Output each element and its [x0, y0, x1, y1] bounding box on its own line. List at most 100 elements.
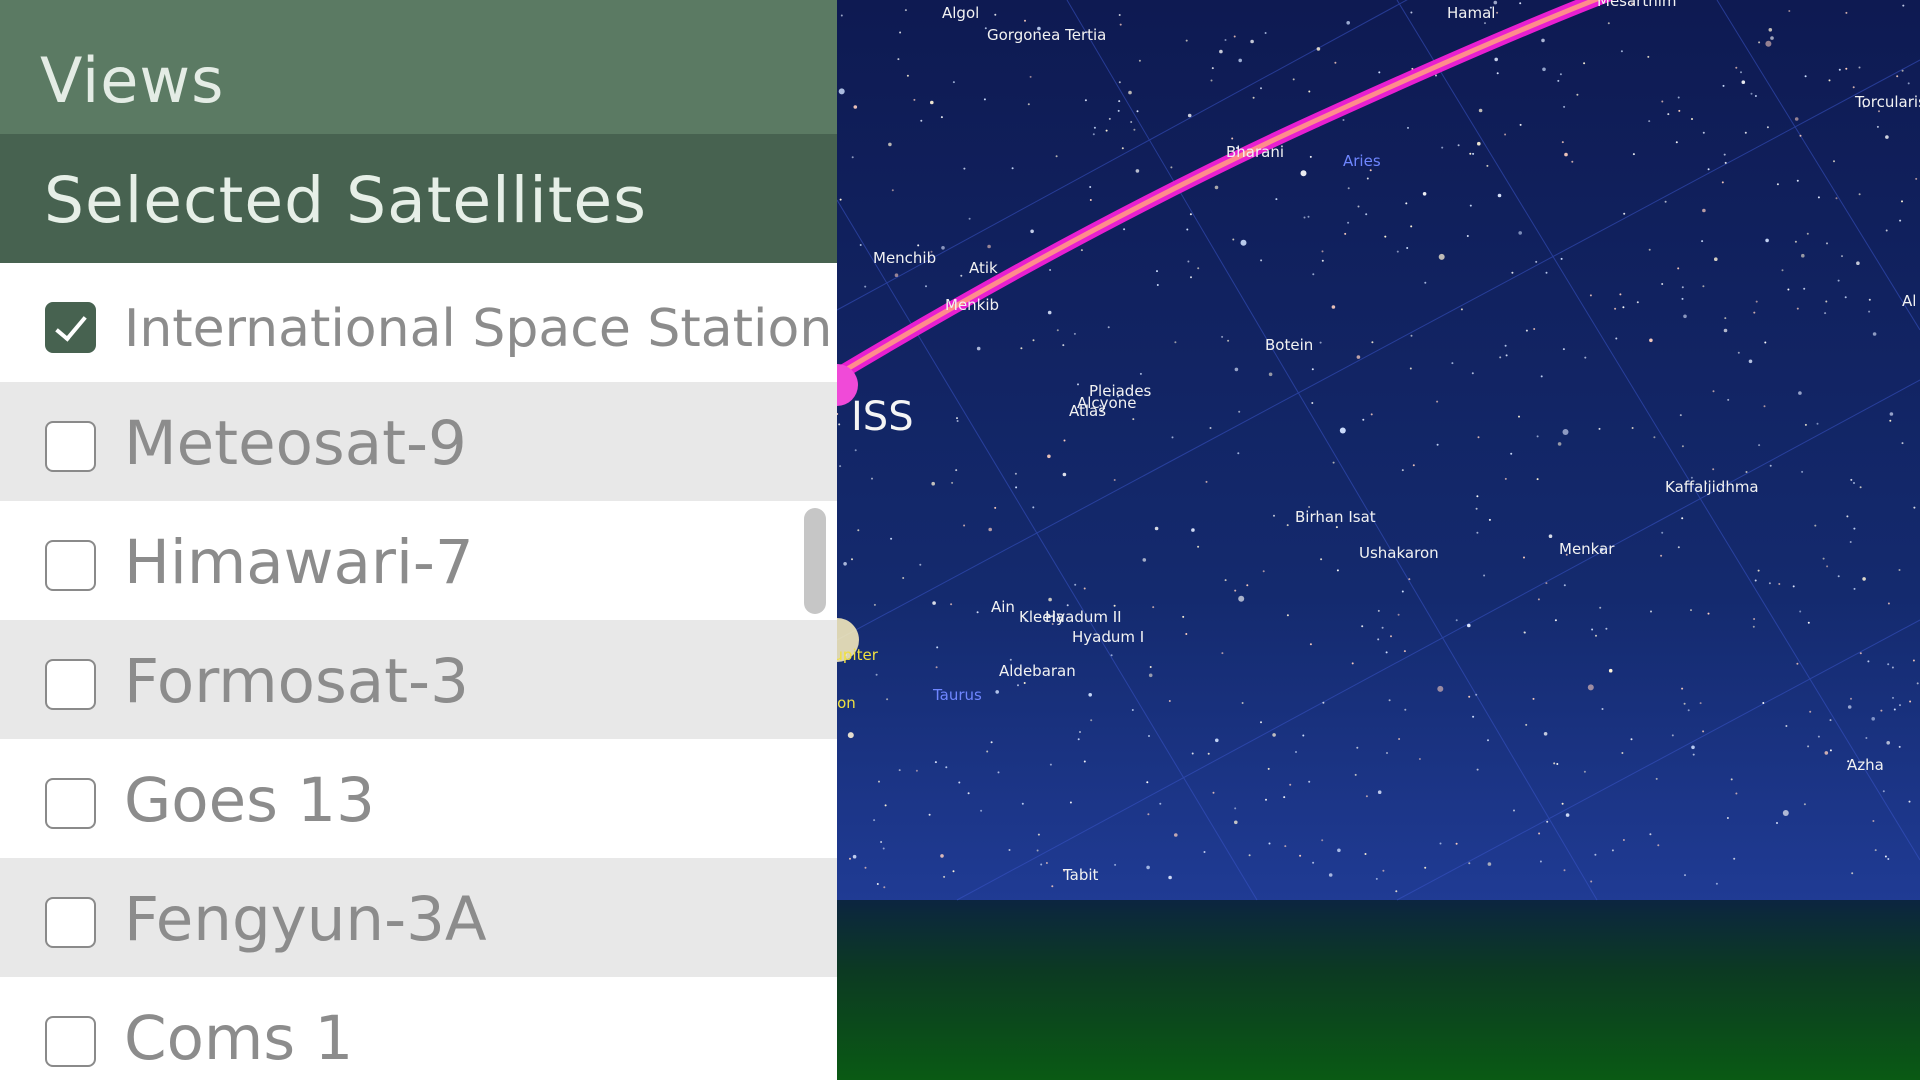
star — [1504, 477, 1507, 480]
star — [1622, 306, 1625, 309]
star — [1211, 67, 1214, 70]
satellite-row-meteosat-9[interactable]: Meteosat-9 — [0, 382, 837, 501]
star — [1792, 585, 1795, 588]
star — [1408, 578, 1411, 581]
star — [1113, 479, 1116, 481]
star — [1371, 341, 1374, 344]
star — [1735, 792, 1738, 795]
star — [1594, 853, 1597, 856]
star — [963, 167, 966, 170]
satellite-row-goes-13[interactable]: Goes 13 — [0, 739, 837, 858]
star — [1885, 229, 1888, 232]
star — [1146, 865, 1150, 870]
satellite-row-himawari-7[interactable]: Himawari-7 — [0, 501, 837, 620]
star — [1752, 625, 1755, 628]
constellation-label-taurus: Taurus — [933, 686, 982, 704]
star — [1499, 356, 1502, 359]
star — [1765, 40, 1772, 47]
star — [1382, 869, 1385, 872]
star — [1691, 118, 1693, 120]
coms-1-checkbox[interactable] — [45, 1016, 96, 1067]
star — [1275, 198, 1278, 201]
star — [1817, 735, 1820, 738]
goes-13-checkbox[interactable] — [45, 778, 96, 829]
meteosat-9-checkbox[interactable] — [45, 421, 96, 472]
star — [1856, 261, 1860, 266]
star — [1142, 558, 1147, 562]
star — [952, 81, 955, 84]
star — [1388, 699, 1391, 702]
star — [1754, 95, 1757, 97]
star — [1889, 419, 1892, 422]
star — [1504, 133, 1507, 136]
star — [1630, 738, 1633, 741]
sky-view[interactable]: ISS Algol Gorgonea Tertia Hamal Mesarthi… — [837, 0, 1920, 1080]
satellite-row-formosat-3[interactable]: Formosat-3 — [0, 620, 837, 739]
list-scrollbar[interactable] — [804, 508, 826, 614]
star — [1702, 285, 1705, 288]
satellite-row-iss[interactable]: International Space Station — [0, 263, 837, 382]
fengyun-3a-checkbox[interactable] — [45, 897, 96, 948]
star — [1339, 427, 1346, 434]
formosat-3-checkbox[interactable] — [45, 659, 96, 710]
star — [976, 346, 981, 351]
star — [1865, 737, 1868, 739]
star — [1321, 250, 1324, 253]
satellite-row-fengyun-3a[interactable]: Fengyun-3A — [0, 858, 837, 977]
star — [1336, 569, 1339, 572]
star — [1008, 849, 1011, 851]
star — [1532, 697, 1535, 700]
star — [1356, 746, 1359, 749]
star — [1724, 161, 1727, 164]
star — [1671, 734, 1674, 737]
star — [1128, 90, 1132, 95]
star — [1675, 141, 1678, 144]
star — [1667, 113, 1670, 116]
star — [1702, 730, 1705, 733]
star — [1770, 36, 1774, 40]
satellite-row-coms-1[interactable]: Coms 1 — [0, 977, 837, 1080]
star — [1418, 758, 1421, 760]
star — [1735, 66, 1738, 69]
star — [1519, 123, 1522, 126]
star — [1563, 869, 1566, 872]
star — [1407, 126, 1409, 129]
star — [1538, 832, 1541, 835]
star — [1896, 75, 1899, 78]
star — [1219, 49, 1223, 54]
star — [1378, 71, 1381, 74]
star — [1377, 609, 1380, 612]
star — [1302, 734, 1305, 737]
star — [1657, 844, 1660, 847]
star — [838, 423, 841, 426]
star — [1661, 283, 1664, 285]
satellite-label: Fengyun-3A — [124, 884, 487, 955]
star — [1154, 526, 1159, 531]
star — [1661, 531, 1664, 534]
star — [897, 58, 900, 61]
star — [1677, 267, 1680, 270]
star — [1712, 390, 1715, 393]
star — [958, 781, 961, 784]
star — [1796, 179, 1799, 182]
star — [1171, 436, 1174, 439]
himawari-7-checkbox[interactable] — [45, 540, 96, 591]
star — [1395, 890, 1398, 893]
star — [1472, 152, 1475, 155]
star — [1690, 609, 1692, 612]
iss-checkbox[interactable] — [45, 302, 96, 353]
star — [1252, 96, 1255, 99]
star — [1203, 851, 1206, 853]
star — [940, 854, 944, 858]
star — [952, 870, 955, 873]
star — [1047, 454, 1051, 459]
star — [1466, 235, 1469, 237]
star — [1135, 169, 1140, 173]
star — [1451, 362, 1454, 365]
star — [902, 577, 905, 579]
star — [857, 529, 860, 532]
star — [987, 244, 991, 249]
star — [1308, 90, 1311, 93]
star — [1565, 813, 1570, 817]
star — [1469, 204, 1472, 207]
